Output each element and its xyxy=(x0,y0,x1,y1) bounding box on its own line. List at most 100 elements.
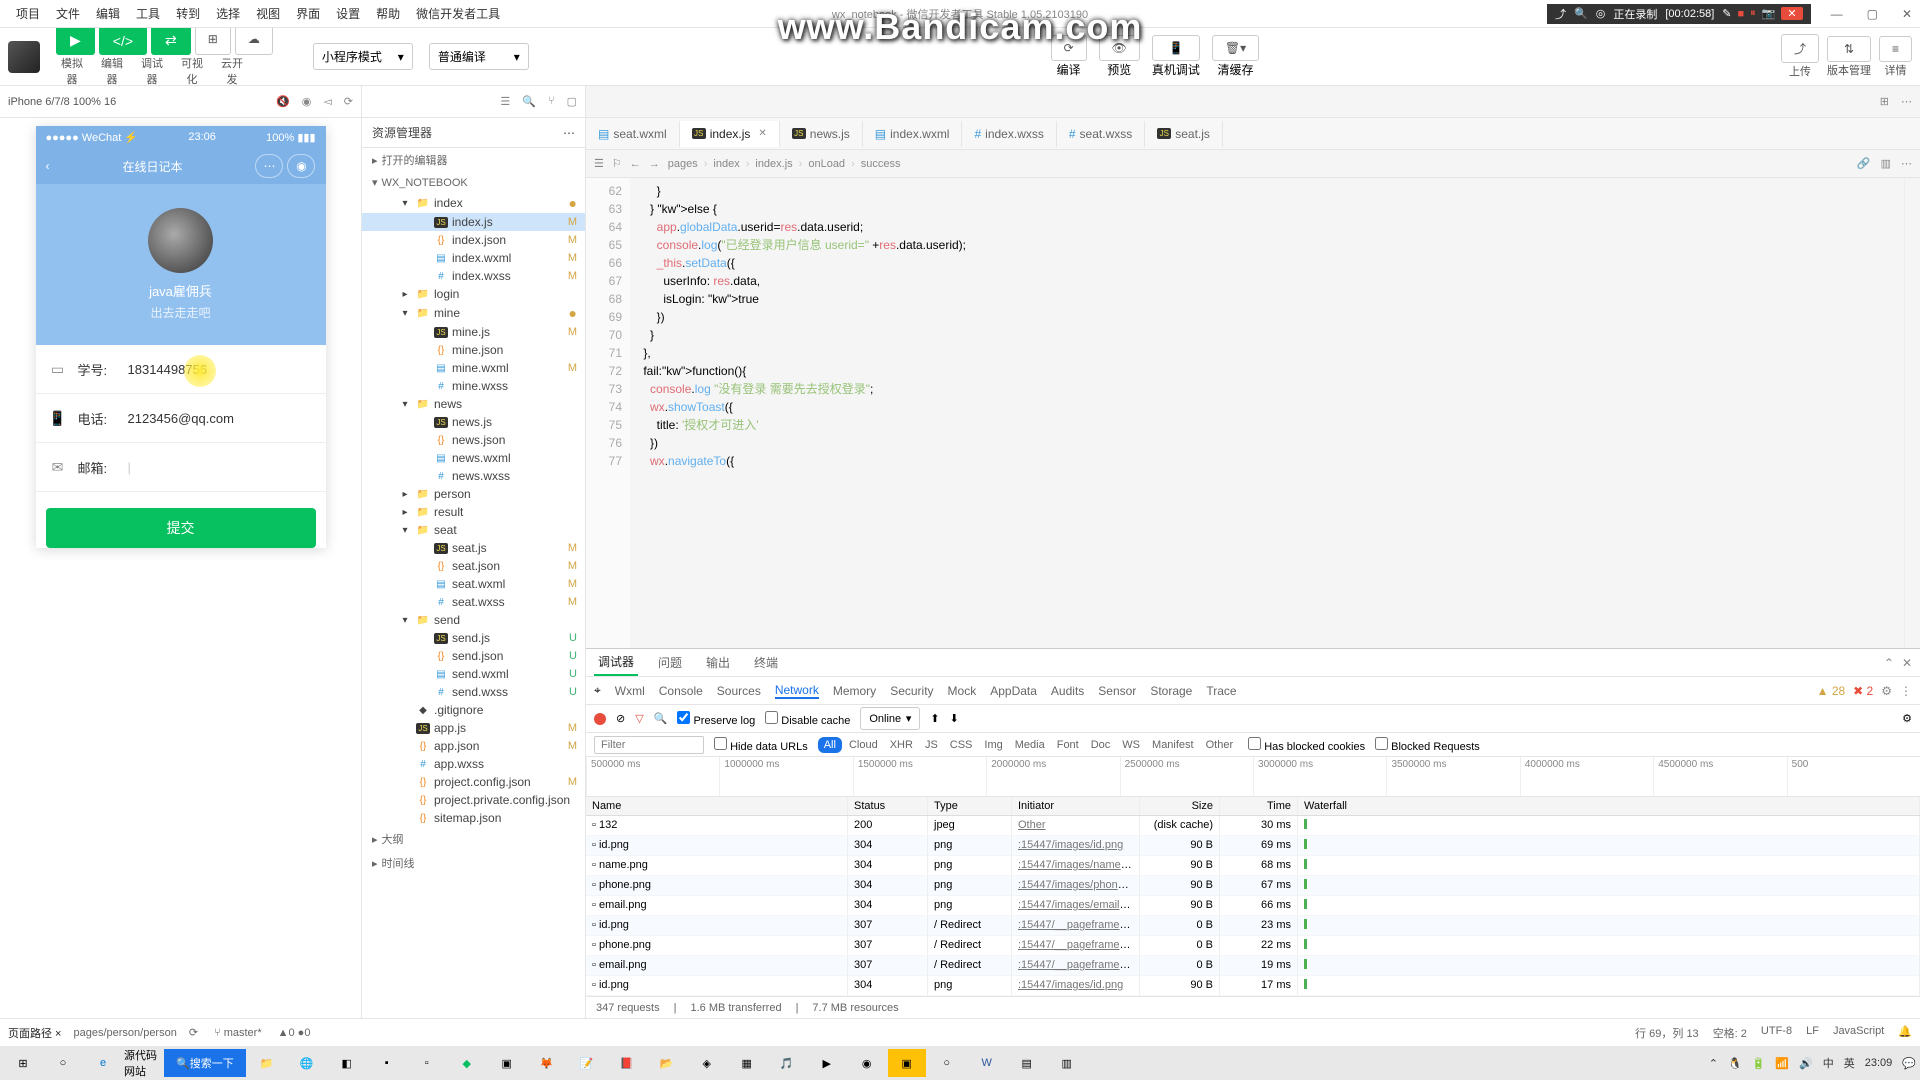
search-icon[interactable]: 🔍 xyxy=(654,712,668,725)
close-panel-icon[interactable]: ✕ xyxy=(1902,656,1912,670)
back-icon[interactable]: ‹ xyxy=(46,159,50,173)
tree-item[interactable]: {}sitemap.json xyxy=(362,809,585,827)
app6-icon[interactable]: ▣ xyxy=(888,1049,926,1077)
tree-item[interactable]: {}seat.jsonM xyxy=(362,557,585,575)
app-task-icon[interactable]: ◧ xyxy=(328,1049,366,1077)
refresh-icon[interactable]: ⟳ xyxy=(189,1026,198,1039)
network-row[interactable]: ▫ email.png307/ Redirect:15447/__pagefra… xyxy=(586,956,1920,976)
pdf-icon[interactable]: 📕 xyxy=(608,1049,646,1077)
debug-main-tab[interactable]: 终端 xyxy=(750,650,782,675)
more-icon[interactable]: ⋯ xyxy=(563,126,575,140)
menu-item[interactable]: 帮助 xyxy=(368,1,408,26)
tree-item[interactable]: JSindex.jsM xyxy=(362,213,585,231)
notepad-icon[interactable]: 📝 xyxy=(568,1049,606,1077)
filter-pill[interactable]: Other xyxy=(1201,737,1239,753)
compile-select[interactable]: 普通编译▾ xyxy=(429,43,529,70)
tree-item[interactable]: #send.wxssU xyxy=(362,683,585,701)
maximize-icon[interactable]: ▢ xyxy=(1867,7,1878,21)
box-icon[interactable]: ▢ xyxy=(567,95,577,108)
record-icon[interactable]: ■ xyxy=(1738,8,1745,20)
word-icon[interactable]: W xyxy=(968,1049,1006,1077)
menu-item[interactable]: 视图 xyxy=(248,1,288,26)
network-row[interactable]: ▫ phone.png304png:15447/images/phone.png… xyxy=(586,876,1920,896)
app2-icon[interactable]: ▫ xyxy=(408,1049,446,1077)
column-header[interactable]: Initiator xyxy=(1012,797,1140,815)
network-row[interactable]: ▫ id.png304png:15447/images/id.png90 B69… xyxy=(586,836,1920,856)
search-box[interactable]: 🔍 搜索一下 xyxy=(164,1049,246,1077)
column-header[interactable]: Status xyxy=(848,797,928,815)
blocked-cookies-checkbox[interactable]: Has blocked cookies xyxy=(1248,737,1365,753)
editor-tab[interactable]: ▤ index.wxml xyxy=(863,121,963,147)
remote-debug-button[interactable]: 📱 xyxy=(1152,35,1200,61)
menu-item[interactable]: 编辑 xyxy=(88,1,128,26)
preview-button[interactable]: 👁 xyxy=(1099,35,1140,61)
breadcrumb[interactable]: pages›index›index.js›onLoad›success xyxy=(668,158,901,170)
camera-icon[interactable]: 📷 xyxy=(1762,7,1776,20)
filter-pill[interactable]: CSS xyxy=(945,737,978,753)
devtools-tab[interactable]: Memory xyxy=(833,684,876,698)
tray-wifi-icon[interactable]: 📶 xyxy=(1775,1057,1789,1070)
submit-button[interactable]: 提交 xyxy=(46,508,316,548)
link-icon[interactable]: 🔗 xyxy=(1857,157,1871,170)
ime-lang1[interactable]: 中 xyxy=(1823,1055,1834,1071)
cloud-button[interactable]: ☁ xyxy=(235,26,273,55)
filter-pill[interactable]: Cloud xyxy=(844,737,883,753)
column-header[interactable]: Size xyxy=(1140,797,1220,815)
tree-item[interactable]: ▾📁seat xyxy=(362,521,585,539)
menu-item[interactable]: 文件 xyxy=(48,1,88,26)
filter-pill[interactable]: WS xyxy=(1117,737,1145,753)
filter-pill[interactable]: Manifest xyxy=(1147,737,1199,753)
network-table[interactable]: NameStatusTypeInitiatorSizeTimeWaterfall… xyxy=(586,797,1920,996)
tree-item[interactable]: ▤send.wxmlU xyxy=(362,665,585,683)
branch-icon[interactable]: ⑂ xyxy=(548,95,555,108)
menu-item[interactable]: 选择 xyxy=(208,1,248,26)
wechat-icon[interactable]: ◆ xyxy=(448,1049,486,1077)
close-tab-icon[interactable]: ✕ xyxy=(758,128,766,139)
editor-tab[interactable]: ▤ seat.wxml xyxy=(586,121,680,147)
bookmark-icon[interactable]: ⚐ xyxy=(612,157,622,170)
tray-volume-icon[interactable]: 🔊 xyxy=(1799,1057,1813,1070)
tree-item[interactable]: ▾📁news xyxy=(362,395,585,413)
network-row[interactable]: ▫ id.png304png:15447/images/id.png90 B17… xyxy=(586,976,1920,996)
back-sim-icon[interactable]: ◅ xyxy=(323,95,331,108)
network-filter-input[interactable] xyxy=(594,736,704,754)
filter-pill[interactable]: XHR xyxy=(885,737,918,753)
tree-item[interactable]: JSnews.js xyxy=(362,413,585,431)
debugger-button[interactable]: ⇄ xyxy=(151,26,191,55)
chrome-icon[interactable]: 🌐 xyxy=(288,1049,326,1077)
tree-item[interactable]: ◆.gitignore xyxy=(362,701,585,719)
tree-item[interactable]: #seat.wxssM xyxy=(362,593,585,611)
upload-button[interactable]: ⤴ xyxy=(1781,34,1819,63)
tree-item[interactable]: #news.wxss xyxy=(362,467,585,485)
tree-item[interactable]: ▤mine.wxmlM xyxy=(362,359,585,377)
filter-icon[interactable]: ▽ xyxy=(635,712,643,725)
devtools-tab[interactable]: Sensor xyxy=(1098,684,1136,698)
devtools-tab[interactable]: Console xyxy=(659,684,703,698)
devtools-tab[interactable]: Mock xyxy=(948,684,977,698)
filter-pill[interactable]: JS xyxy=(920,737,943,753)
list-icon[interactable]: ☰ xyxy=(500,95,510,108)
filter-pill[interactable]: All xyxy=(818,737,842,753)
source-site-icon[interactable]: 源代码网站 xyxy=(124,1049,162,1077)
mode-select[interactable]: 小程序模式▾ xyxy=(313,43,413,70)
preserve-log-checkbox[interactable]: Preserve log xyxy=(677,711,755,727)
element-picker-icon[interactable]: ⌖ xyxy=(594,683,601,698)
terminal-icon[interactable]: ▪ xyxy=(368,1049,406,1077)
rotate-icon[interactable]: ⟳ xyxy=(344,95,353,108)
viz-button[interactable]: ⊞ xyxy=(195,26,231,55)
editor-tab[interactable]: JS seat.js xyxy=(1145,121,1223,147)
network-row[interactable]: ▫ 132200jpegOther(disk cache)30 ms xyxy=(586,816,1920,836)
network-row[interactable]: ▫ phone.png307/ Redirect:15447/__pagefra… xyxy=(586,936,1920,956)
ime-lang2[interactable]: 英 xyxy=(1844,1055,1855,1071)
app5-icon[interactable]: ▶ xyxy=(808,1049,846,1077)
menu-item[interactable]: 项目 xyxy=(8,1,48,26)
editor-tab[interactable]: # seat.wxss xyxy=(1057,121,1145,147)
cursor-position[interactable]: 行 69，列 13 xyxy=(1635,1025,1699,1041)
app8-icon[interactable]: ▤ xyxy=(1008,1049,1046,1077)
filter-pill[interactable]: Media xyxy=(1010,737,1050,753)
vlc-icon[interactable]: 🎵 xyxy=(768,1049,806,1077)
search-explorer-icon[interactable]: 🔍 xyxy=(522,95,536,108)
pencil-icon[interactable]: ✎ xyxy=(1722,7,1731,20)
app4-icon[interactable]: ▦ xyxy=(728,1049,766,1077)
start-button[interactable]: ⊞ xyxy=(4,1049,42,1077)
